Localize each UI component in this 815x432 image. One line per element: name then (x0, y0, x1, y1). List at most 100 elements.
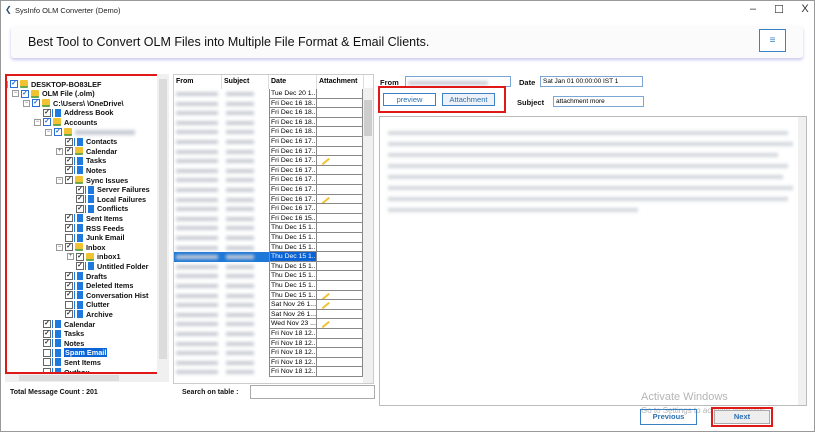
folder-tree[interactable]: −✓DESKTOP-BO83LEF−✓OLM File (.olm)−✓C:\U… (5, 74, 159, 374)
subject-field[interactable]: attachment more (553, 96, 644, 107)
minimize-button[interactable]: – (743, 3, 763, 15)
table-row[interactable]: Wed Nov 23 ... (174, 319, 364, 329)
preview-button[interactable]: preview (383, 93, 436, 106)
table-row[interactable]: Fri Dec 16 17... (174, 194, 364, 205)
checkbox[interactable]: ✓ (32, 99, 40, 108)
attachment-button[interactable]: Attachment (442, 93, 495, 106)
table-row[interactable]: Fri Dec 16 18... (174, 127, 364, 137)
checkbox[interactable]: ✓ (21, 89, 29, 98)
table-row[interactable]: Sat Nov 26 1... (174, 309, 364, 320)
tree-item[interactable]: ✓ RSS Feeds (65, 223, 124, 233)
tree-item[interactable]: Junk Email (65, 233, 125, 243)
collapse-icon[interactable]: − (12, 90, 19, 98)
tree-item[interactable]: ✓ Contacts (65, 137, 117, 147)
tree-item[interactable]: ✓ Local Failures (76, 194, 146, 204)
table-row[interactable]: Thu Dec 15 1... (174, 290, 364, 301)
checkbox[interactable]: ✓ (65, 156, 73, 165)
table-row[interactable]: Fri Dec 16 17... (174, 185, 364, 195)
tree-item[interactable]: ✓ Server Failures (76, 185, 150, 195)
checkbox[interactable]: ✓ (76, 195, 84, 204)
tree-item[interactable]: − ✓ C:\Users\ \OneDrive\ (23, 98, 124, 108)
checkbox[interactable]: ✓ (65, 272, 73, 280)
tree-item[interactable]: − ✓ Sync Issues (56, 175, 128, 185)
column-attachment[interactable]: Attachment (317, 75, 364, 89)
checkbox[interactable]: ✓ (54, 128, 62, 136)
checkbox[interactable]: ✓ (76, 262, 84, 271)
table-row[interactable]: Thu Dec 15 1... (174, 261, 364, 272)
table-row[interactable]: Fri Dec 16 17... (174, 137, 364, 147)
tree-item[interactable]: ✓ Notes (65, 165, 106, 175)
table-row[interactable]: Thu Dec 15 1... (174, 242, 364, 253)
checkbox[interactable]: ✓ (65, 137, 73, 146)
tree-item[interactable]: − ✓ Accounts (34, 117, 97, 127)
table-row[interactable]: Sat Nov 26 1... (174, 300, 364, 310)
table-row[interactable]: Fri Dec 16 18... (174, 98, 364, 109)
table-row[interactable]: Thu Dec 15 1... (174, 281, 364, 291)
tree-item[interactable]: + ✓ Calendar (56, 146, 117, 156)
checkbox[interactable]: ✓ (65, 281, 73, 290)
tree-item[interactable]: ✓ Conversation Hist (65, 290, 148, 300)
checkbox[interactable] (65, 300, 73, 309)
table-row[interactable]: Fri Nov 18 12... (174, 348, 364, 358)
tree-item[interactable]: ✓ Tasks (43, 329, 84, 339)
column-date[interactable]: Date (269, 75, 317, 89)
checkbox[interactable]: ✓ (65, 291, 73, 300)
table-row[interactable]: Fri Dec 16 17... (174, 156, 364, 166)
collapse-icon[interactable]: − (56, 176, 63, 184)
table-row[interactable]: Fri Nov 18 12... (174, 357, 364, 368)
maximize-button[interactable]: ☐ (769, 3, 789, 16)
checkbox[interactable]: ✓ (65, 166, 73, 175)
tree-item[interactable]: ✓ Conflicts (76, 204, 128, 214)
tree-vertical-scrollbar[interactable] (157, 74, 169, 374)
tree-item[interactable]: − ✓ OLM File (.olm) (12, 89, 95, 99)
expand-icon[interactable]: + (56, 147, 63, 155)
table-row[interactable]: Fri Nov 18 12... (174, 367, 364, 377)
table-row[interactable]: Fri Dec 16 18... (174, 108, 364, 118)
checkbox[interactable]: ✓ (65, 147, 73, 156)
menu-button[interactable]: ≡ (759, 29, 786, 52)
tree-item[interactable]: + ✓ inbox1 (67, 252, 121, 262)
collapse-icon[interactable]: − (34, 118, 41, 126)
table-row[interactable]: Fri Dec 16 17... (174, 146, 364, 157)
checkbox[interactable]: ✓ (65, 214, 73, 223)
date-field[interactable]: Sat Jan 01 00:00:00 IST 1 (540, 76, 643, 87)
checkbox[interactable] (65, 233, 73, 242)
close-button[interactable]: X (795, 3, 815, 15)
tree-item[interactable]: Sent Items (43, 357, 101, 367)
tree-item[interactable]: ✓ Sent Items (65, 213, 123, 223)
checkbox[interactable]: ✓ (43, 339, 51, 348)
search-input[interactable] (250, 385, 375, 399)
tree-item[interactable]: ✓ Address Book (43, 108, 113, 118)
checkbox[interactable]: ✓ (43, 320, 51, 328)
checkbox[interactable]: ✓ (10, 80, 18, 88)
table-row[interactable]: Fri Nov 18 12... (174, 329, 364, 339)
checkbox[interactable]: ✓ (43, 108, 51, 117)
table-row[interactable]: Fri Nov 18 12... (174, 338, 364, 349)
tree-item[interactable]: Outbox (43, 367, 90, 372)
next-button[interactable]: Next (714, 410, 770, 424)
tree-item[interactable]: −✓ DESKTOP-BO83LEF (7, 79, 101, 89)
checkbox[interactable]: ✓ (76, 204, 84, 213)
previous-button[interactable]: Previous (640, 409, 697, 425)
checkbox[interactable] (43, 348, 51, 357)
tree-item[interactable]: ✓ Notes (43, 338, 84, 348)
message-preview[interactable] (379, 116, 807, 406)
table-row[interactable]: Fri Dec 16 15... (174, 213, 364, 224)
tree-item[interactable]: ✓ Untitled Folder (76, 261, 148, 271)
table-row[interactable]: Tue Dec 20 1... (174, 89, 364, 99)
tree-item[interactable]: ✓ Tasks (65, 156, 106, 166)
tree-horizontal-scrollbar[interactable] (5, 374, 169, 382)
checkbox[interactable]: ✓ (65, 224, 73, 232)
column-subject[interactable]: Subject (222, 75, 269, 89)
tree-item[interactable]: ✓ Drafts (65, 271, 107, 281)
table-row[interactable]: Fri Dec 16 18... (174, 117, 364, 128)
expand-icon[interactable]: + (67, 253, 74, 261)
table-row[interactable]: Thu Dec 15 1... (174, 223, 364, 233)
tree-item[interactable]: − ✓ (45, 127, 135, 137)
message-table[interactable]: From Subject Date Attachment Tue Dec 20 … (173, 74, 374, 384)
checkbox[interactable]: ✓ (65, 310, 73, 319)
tree-item[interactable]: Clutter (65, 300, 110, 310)
table-row[interactable]: Thu Dec 15 1... (174, 233, 364, 243)
checkbox[interactable] (43, 358, 51, 367)
checkbox[interactable]: ✓ (65, 243, 73, 252)
